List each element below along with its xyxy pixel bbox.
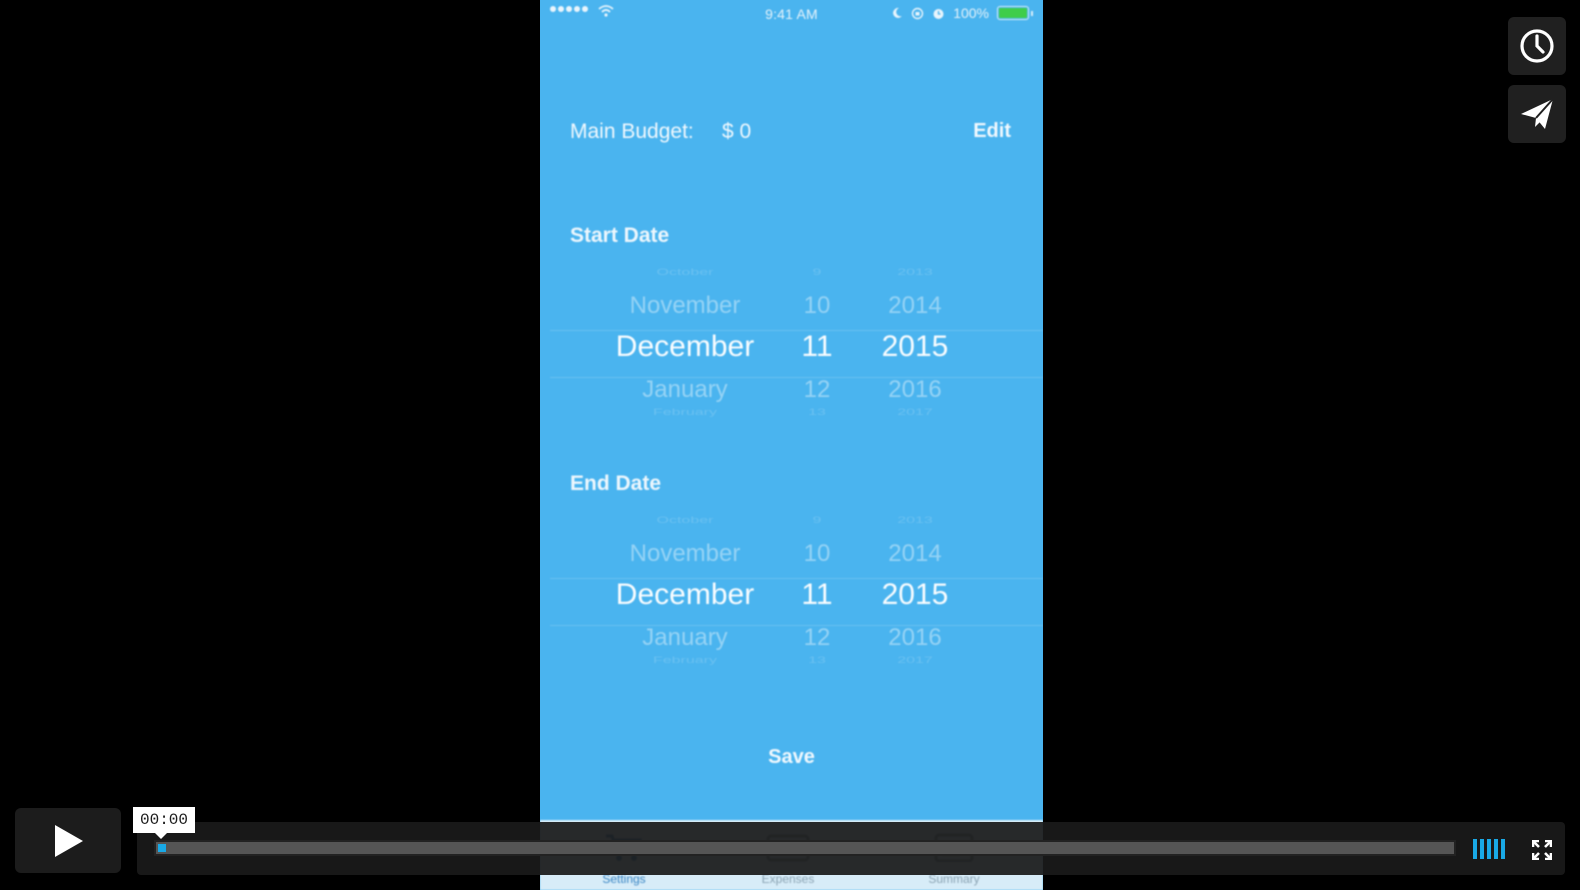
picker-row[interactable]: 2016 (870, 376, 960, 404)
picker-row-selected[interactable]: 2015 (870, 330, 960, 364)
alarm-icon (933, 8, 944, 19)
picker-row[interactable]: 13 (787, 408, 847, 418)
main-budget-amount: $ 0 (722, 120, 752, 143)
picker-row[interactable]: November (595, 292, 775, 320)
picker-row[interactable]: 2016 (870, 624, 960, 652)
edit-budget-button[interactable]: Edit (973, 120, 1011, 143)
end-day-wheel[interactable]: 9 10 11 12 13 (787, 512, 847, 672)
picker-row[interactable]: 9 (787, 268, 847, 278)
picker-row[interactable]: 2013 (870, 268, 960, 278)
picker-row[interactable]: November (595, 540, 775, 568)
picker-row-selected[interactable]: 2015 (870, 578, 960, 612)
start-date-picker[interactable]: October November December January Februa… (540, 264, 1043, 424)
picker-row[interactable]: February (595, 408, 775, 418)
picker-row[interactable]: October (595, 268, 775, 278)
start-day-wheel[interactable]: 9 10 11 12 13 (787, 264, 847, 424)
share-button[interactable] (1508, 85, 1566, 143)
picker-row[interactable]: 13 (787, 656, 847, 666)
app-screen: 9:41 AM 100% Main Budget: $ 0 Edit Start… (540, 0, 1043, 890)
play-icon (55, 824, 83, 857)
watch-later-clock-icon (1520, 29, 1554, 63)
picker-row[interactable]: 10 (787, 292, 847, 320)
end-year-wheel[interactable]: 2013 2014 2015 2016 2017 (870, 512, 960, 672)
picker-row[interactable]: 2017 (870, 408, 960, 418)
fullscreen-icon[interactable] (1532, 840, 1552, 860)
picker-row[interactable]: 9 (787, 516, 847, 526)
end-date-picker[interactable]: October November December January Februa… (540, 512, 1043, 672)
picker-row[interactable]: 2017 (870, 656, 960, 666)
progress-bar[interactable] (154, 840, 1456, 856)
video-player: 9:41 AM 100% Main Budget: $ 0 Edit Start… (0, 0, 1580, 890)
progress-fill (158, 844, 166, 852)
picker-row[interactable]: 2014 (870, 292, 960, 320)
picker-row-selected[interactable]: December (595, 330, 775, 364)
picker-row[interactable]: 12 (787, 624, 847, 652)
moon-icon (893, 7, 903, 18)
picker-row[interactable]: 12 (787, 376, 847, 404)
tooltip-arrow (155, 833, 167, 839)
save-button[interactable]: Save (540, 746, 1043, 769)
battery-cap (1031, 10, 1033, 16)
status-bar: 9:41 AM 100% (540, 0, 1043, 28)
current-time-tooltip: 00:00 (133, 807, 195, 833)
picker-row-selected[interactable]: 11 (787, 330, 847, 364)
play-button[interactable] (15, 808, 121, 873)
picker-row[interactable]: October (595, 516, 775, 526)
watch-later-button[interactable] (1508, 17, 1566, 75)
start-date-title: Start Date (570, 224, 670, 247)
picker-row[interactable]: February (595, 656, 775, 666)
start-year-wheel[interactable]: 2013 2014 2015 2016 2017 (870, 264, 960, 424)
rotation-lock-icon (911, 7, 924, 19)
picker-row[interactable]: 2014 (870, 540, 960, 568)
battery-icon (997, 6, 1029, 20)
battery-percent: 100% (953, 5, 989, 21)
main-budget-label: Main Budget: (570, 120, 694, 143)
end-date-title: End Date (570, 472, 662, 495)
picker-row[interactable]: January (595, 376, 775, 404)
picker-row[interactable]: 2013 (870, 516, 960, 526)
picker-row-selected[interactable]: 11 (787, 578, 847, 612)
start-month-wheel[interactable]: October November December January Februa… (595, 264, 775, 424)
end-month-wheel[interactable]: October November December January Februa… (595, 512, 775, 672)
volume-bars-icon[interactable] (1473, 839, 1505, 859)
picker-row-selected[interactable]: December (595, 578, 775, 612)
picker-row[interactable]: 10 (787, 540, 847, 568)
picker-row[interactable]: January (595, 624, 775, 652)
share-paper-plane-icon (1521, 98, 1554, 129)
